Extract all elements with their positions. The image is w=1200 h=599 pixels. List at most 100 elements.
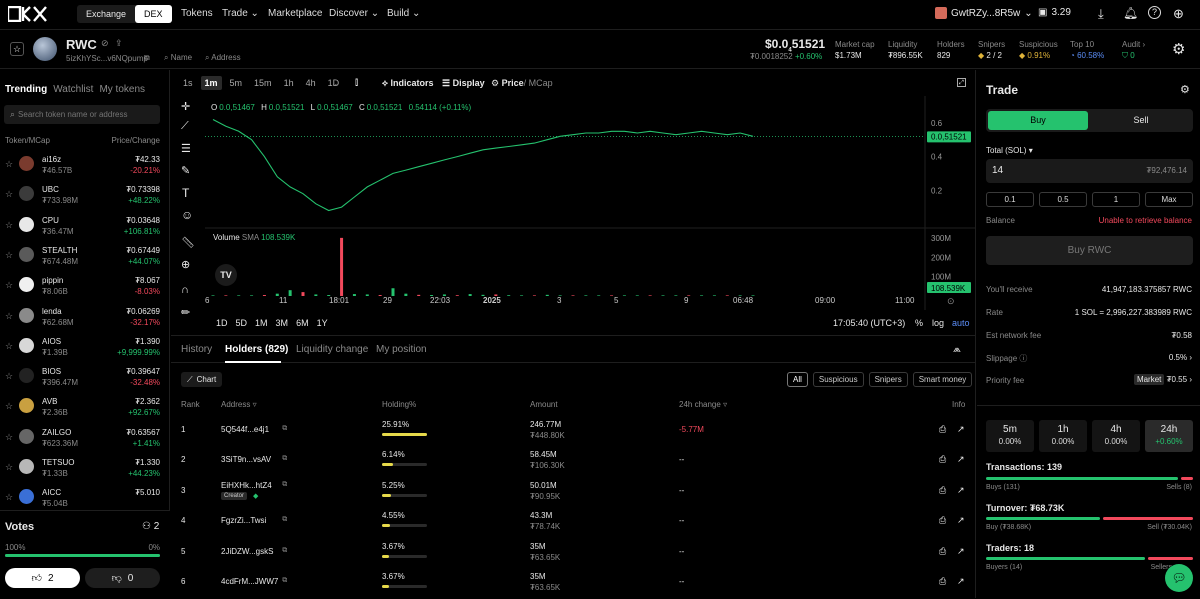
stat-suspicious[interactable]: Suspicious ◆ 0.91% [1019,40,1058,60]
token-list-item[interactable]: ☆ ai16z ₮46.57B ₮42.33 -20.21% [0,150,170,180]
holder-address[interactable]: 4cdFrM...JWW7 [221,577,278,586]
interval-1h[interactable]: 1h [280,76,298,90]
wallet-button[interactable]: GwtRZy...8R5w ⌄ [935,7,1033,19]
emoji-icon[interactable]: ☺ [181,208,193,222]
interval-5m[interactable]: 5m [226,76,247,90]
external-link-icon[interactable]: ↗ [957,546,965,557]
external-link-icon[interactable]: ↗ [957,515,965,526]
token-search-box[interactable]: ⌕ [4,105,160,124]
log-scale-toggle[interactable]: log [932,318,944,328]
period-1h[interactable]: 1h 0.00% [1039,420,1087,452]
interval-1s[interactable]: 1s [179,76,197,90]
filter-icon[interactable]: ▿ [723,400,727,409]
buy-submit-button[interactable]: Buy RWC [986,236,1193,265]
ruler-icon[interactable]: 📏︎ [181,236,195,249]
stat-top10[interactable]: Top 10 ◔ 60.58% [1070,40,1104,60]
token-list-item[interactable]: ☆ TETSUO ₮1.33B ₮1.330 +44.23% [0,453,170,483]
star-icon[interactable]: ☆ [5,401,13,412]
table-row[interactable]: 3 EiHXHk...htZ4 ⧉ Creator ◆ 5.25% 50.01M ₮90.95… [171,478,976,508]
quick-amount-0.1[interactable]: 0.1 [986,192,1034,207]
external-link-icon[interactable]: ↗ [957,576,965,587]
share-icon[interactable]: ⇪ [115,38,123,49]
panel-toggle-icon[interactable]: ⩕ [953,344,961,355]
external-link-icon[interactable]: ↗ [957,454,965,465]
globe-icon[interactable]: ⊕ [1173,6,1184,22]
filter-suspicious[interactable]: Suspicious [812,372,864,387]
token-list-item[interactable]: ☆ pippin ₮8.06B ₮8.067 -8.03% [0,271,170,301]
nav-trade[interactable]: Trade ⌄ [222,8,259,19]
help-icon[interactable]: ? [1148,6,1161,19]
range-6M[interactable]: 6M [296,318,309,328]
stat-audit[interactable]: Audit › ⛉ 0 [1122,40,1145,61]
search-name-link[interactable]: ⌕ Name [164,53,192,63]
explorer-icon[interactable]: ⎙ [939,515,946,526]
star-icon[interactable]: ☆ [5,371,13,382]
interval-1m[interactable]: 1m [200,76,222,90]
bell-icon[interactable]: 🔔︎ [1123,6,1138,20]
period-4h[interactable]: 4h 0.00% [1092,420,1140,452]
copy-icon[interactable]: ⧉ [282,425,287,433]
holder-address[interactable]: 2JiDZW...gskS [221,547,273,556]
nav-build[interactable]: Build ⌄ [387,8,420,19]
token-list-item[interactable]: ☆ BIOS ₮396.47M ₮0.39647 -32.48% [0,362,170,392]
percent-scale-toggle[interactable]: % [915,318,923,328]
settings-gear-icon[interactable]: ⚙ [1172,40,1185,58]
copy-icon[interactable]: ⧉ [282,481,287,489]
filter-icon[interactable]: ▿ [253,400,257,409]
fullscreen-icon[interactable]: ⤢ [957,78,966,87]
explorer-icon[interactable]: ⎙ [939,424,946,435]
dex-toggle[interactable]: DEX [135,5,172,23]
interval-4h[interactable]: 4h [302,76,320,90]
sell-tab[interactable]: Sell [1091,111,1191,130]
period-5m[interactable]: 5m 0.00% [986,420,1034,452]
trendline-icon[interactable]: ⟋ [181,120,189,133]
holder-address[interactable]: 5Q544f...e4j1 [221,425,269,434]
range-1M[interactable]: 1M [255,318,268,328]
explorer-icon[interactable]: ⎙ [939,576,946,587]
nav-marketplace[interactable]: Marketplace [268,8,322,19]
filter-all[interactable]: All [787,372,808,387]
token-list-item[interactable]: ☆ CPU ₮36.47M ₮0.03648 +106.81% [0,211,170,241]
token-list-item[interactable]: ☆ AVB ₮2.36B ₮2.362 +92.67% [0,392,170,422]
like-button[interactable]: 👍︎ 2 [5,568,80,588]
holder-address[interactable]: FgzrZi...Twsi [221,516,266,525]
table-row[interactable]: 2 3SiT9n...vsAV ⧉ 6.14% 58.45M ₮106.30K -- ⎙ ↗ [171,447,976,477]
star-icon[interactable]: ☆ [5,341,13,352]
price-chart[interactable]: 0.6 0.4 0.2 300M 200M 100M 0.0,51521 108.539… [205,96,976,310]
star-icon[interactable]: ☆ [5,189,13,200]
tab-my-tokens[interactable]: My tokens [99,84,145,95]
period-24h[interactable]: 24h +0.60% [1145,420,1193,452]
token-list-item[interactable]: ☆ AIOS ₮1.39B ₮1.390 +9,999.99% [0,332,170,362]
price-mcap-toggle[interactable]: ⚙ Price/ MCap [491,78,553,89]
table-row[interactable]: 4 FgzrZi...Twsi ⧉ 4.55% 43.3M ₮78.74K -- ⎙ ↗ [171,508,976,538]
token-list-item[interactable]: ☆ lenda ₮62.68M ₮0.06269 -32.17% [0,302,170,332]
copy-icon[interactable]: ⧉ [282,547,287,555]
tab-trending[interactable]: Trending [5,84,47,95]
copy-icon[interactable]: ⧉ [282,516,287,524]
brush-icon[interactable]: ✎ [181,164,190,177]
tab-liquidity-change[interactable]: Liquidity change [296,344,368,355]
star-icon[interactable]: ☆ [5,280,13,291]
dislike-button[interactable]: 👎︎ 0 [85,568,160,588]
copy-icon[interactable]: ⧉ [282,577,287,585]
table-row[interactable]: 5 2JiDZW...gskS ⧉ 3.67% 35M ₮63.65K -- ⎙ ↗ [171,539,976,569]
star-icon[interactable]: ☆ [5,462,13,473]
external-link-icon[interactable]: ↗ [957,485,965,496]
token-list-item[interactable]: ☆ STEALTH ₮674.48M ₮0.67449 +44.07% [0,241,170,271]
star-icon[interactable]: ☆ [5,492,13,503]
token-list-item[interactable]: ☆ ZAILGO ₮623.36M ₮0.63567 +1.41% [0,423,170,453]
star-icon[interactable]: ☆ [5,220,13,231]
candle-type-icon[interactable]: ⫾ [355,77,358,88]
tab-my-position[interactable]: My position [376,344,427,355]
total-currency-select[interactable]: Total (SOL) ▾ [986,146,1033,155]
amount-field[interactable]: 14 ₮92,476.14 [986,159,1193,183]
star-icon[interactable]: ☆ [5,311,13,322]
table-row[interactable]: 6 4cdFrM...JWW7 ⧉ 3.67% 35M ₮63.65K -- ⎙ ↗ [171,569,976,599]
alert-icon[interactable]: ⊘ [101,38,109,49]
trade-settings-icon[interactable]: ⚙ [1180,83,1190,96]
slippage-button[interactable]: 0.5% › [1169,353,1192,362]
holder-address[interactable]: EiHXHk...htZ4 [221,481,272,490]
copy-icon[interactable]: ⧉ [144,53,150,63]
balance-button[interactable]: ▣ 3.29 [1038,7,1071,18]
interval-15m[interactable]: 15m [250,76,276,90]
